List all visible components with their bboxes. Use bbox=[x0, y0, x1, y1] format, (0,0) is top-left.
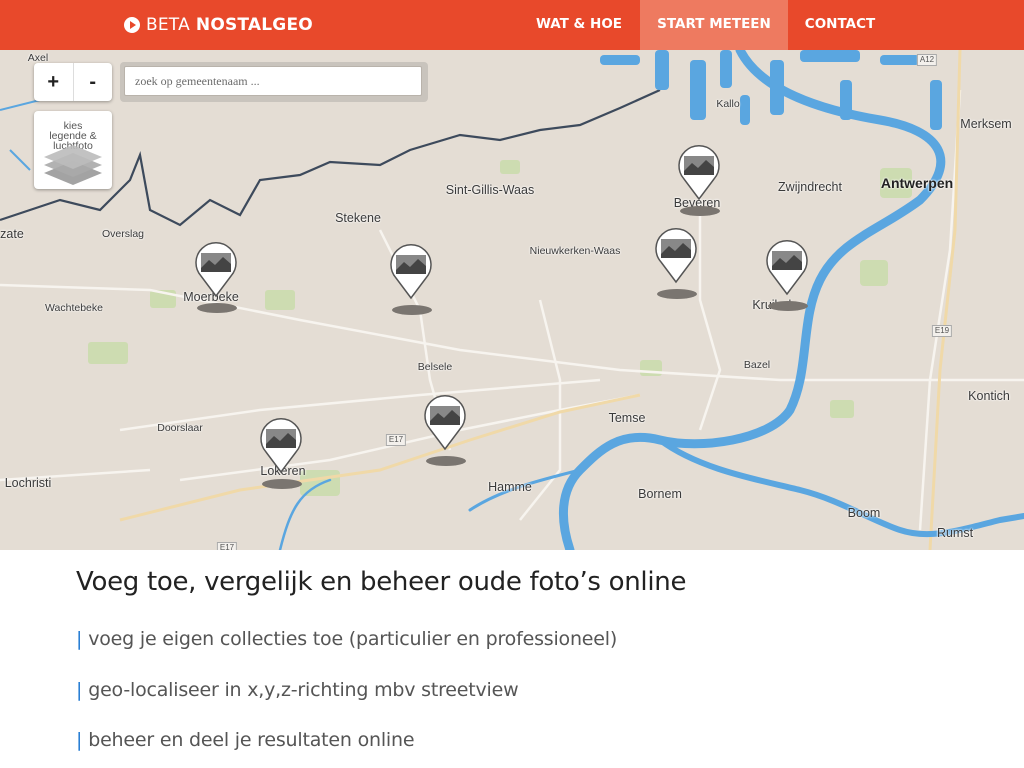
place-nieuwkerken-waas: Nieuwkerken-Waas bbox=[529, 245, 621, 257]
highway-e19: E19 bbox=[931, 325, 953, 337]
photo-pin-icon bbox=[424, 395, 466, 466]
zoom-control: + - bbox=[34, 63, 112, 101]
nav-wat-en-hoe[interactable]: WAT & HOE bbox=[524, 0, 634, 50]
bullet-text: geo-localiseer in x,y,z-richting mbv str… bbox=[88, 679, 519, 701]
place-temse: Temse bbox=[608, 411, 646, 425]
bullet-bar: | bbox=[76, 628, 83, 650]
photo-pin-icon bbox=[678, 145, 720, 216]
photo-marker-nieuwkerken[interactable] bbox=[653, 228, 699, 300]
search-box bbox=[120, 62, 428, 102]
layers-icon bbox=[44, 145, 102, 185]
photo-marker-kruibeke[interactable] bbox=[764, 240, 810, 312]
zoom-in-button[interactable]: + bbox=[34, 63, 73, 101]
photo-marker-lokeren[interactable] bbox=[258, 418, 304, 490]
place-boom: Boom bbox=[847, 506, 881, 520]
play-icon bbox=[124, 17, 140, 33]
feature-bullet-2: | geo-localiseer in x,y,z-richting mbv st… bbox=[76, 679, 519, 701]
photo-pin-icon bbox=[655, 228, 697, 299]
photo-marker-moerbeke[interactable] bbox=[193, 242, 239, 314]
nav-start-meteen[interactable]: START METEEN bbox=[640, 0, 788, 50]
highway-e17: E17 bbox=[385, 434, 407, 446]
feature-bullet-1: | voeg je eigen collecties toe (particuli… bbox=[76, 628, 617, 650]
place-bazel: Bazel bbox=[743, 359, 771, 371]
brand-logo[interactable]: BETA NOSTALGEO bbox=[124, 13, 313, 37]
municipality-search-input[interactable] bbox=[124, 66, 422, 96]
bullet-text: beheer en deel je resultaten online bbox=[88, 729, 415, 751]
photo-marker-belsele[interactable] bbox=[422, 395, 468, 467]
place-belsele: Belsele bbox=[417, 361, 453, 373]
map-view[interactable]: Axel Antwerpen Merksem Kallo Zwijndrecht… bbox=[0, 50, 1024, 550]
photo-marker-beveren[interactable] bbox=[676, 145, 722, 217]
bullet-bar: | bbox=[76, 679, 83, 701]
photo-pin-icon bbox=[195, 242, 237, 313]
place-kallo: Kallo bbox=[716, 98, 740, 110]
place-merksem: Merksem bbox=[960, 117, 1012, 131]
map-base-layer bbox=[0, 50, 1024, 550]
bullet-bar: | bbox=[76, 729, 83, 751]
place-doorslaar: Doorslaar bbox=[157, 422, 203, 434]
bullet-text: voeg je eigen collecties toe (particulie… bbox=[88, 628, 618, 650]
layer-selector-button[interactable]: kies legende & luchtfoto bbox=[34, 111, 112, 189]
page-headline: Voeg toe, vergelijk en beheer oude foto’… bbox=[76, 567, 687, 597]
place-sint-gillis-waas: Sint-Gillis-Waas bbox=[445, 183, 535, 197]
place-zate: zate bbox=[0, 227, 24, 241]
feature-bullet-3: | beheer en deel je resultaten online bbox=[76, 729, 415, 751]
place-rumst: Rumst bbox=[936, 526, 974, 540]
place-wachtebeke: Wachtebeke bbox=[45, 302, 103, 314]
photo-pin-icon bbox=[260, 418, 302, 489]
top-navbar: BETA NOSTALGEO WAT & HOE START METEEN CO… bbox=[0, 0, 1024, 50]
place-stekene: Stekene bbox=[335, 211, 381, 225]
place-bornem: Bornem bbox=[638, 487, 682, 501]
brand-prefix: BETA bbox=[146, 15, 190, 35]
photo-pin-icon bbox=[766, 240, 808, 311]
place-antwerpen: Antwerpen bbox=[880, 175, 954, 191]
brand-name: NOSTALGEO bbox=[195, 15, 313, 35]
place-overslag: Overslag bbox=[101, 228, 145, 240]
place-lochristi: Lochristi bbox=[4, 476, 52, 490]
zoom-out-button[interactable]: - bbox=[72, 63, 113, 101]
highway-e17-south: E17 bbox=[216, 542, 238, 550]
place-zwijndrecht: Zwijndrecht bbox=[778, 180, 842, 194]
photo-pin-icon bbox=[390, 244, 432, 315]
place-hamme: Hamme bbox=[488, 480, 532, 494]
nav-contact[interactable]: CONTACT bbox=[792, 0, 888, 50]
place-kontich: Kontich bbox=[968, 389, 1010, 403]
photo-marker-sint-gillis[interactable] bbox=[388, 244, 434, 316]
highway-a12: A12 bbox=[916, 54, 938, 66]
